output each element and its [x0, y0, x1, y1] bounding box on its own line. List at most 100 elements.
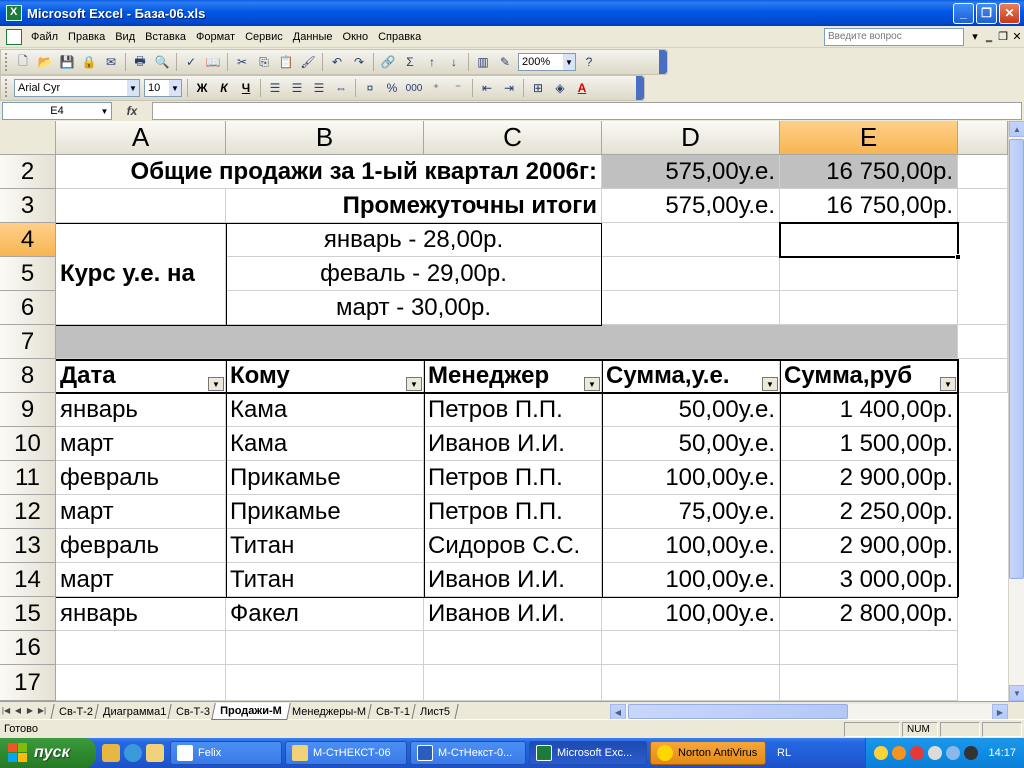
row-header[interactable]: 3: [0, 189, 56, 223]
cell[interactable]: [56, 631, 226, 665]
cell[interactable]: [780, 665, 958, 701]
minimize-button[interactable]: _: [953, 2, 974, 24]
subtotal-ue-cell[interactable]: 575,00у.е.: [602, 189, 780, 223]
redo-icon[interactable]: ↷: [349, 52, 369, 72]
merge-center-icon[interactable]: ⇔: [331, 78, 351, 98]
table-cell[interactable]: Факел: [226, 597, 424, 631]
quick-launch-icon[interactable]: [102, 744, 120, 762]
header-sum-ue[interactable]: Сумма,у.е.: [602, 359, 780, 393]
autosum-icon[interactable]: Σ: [400, 52, 420, 72]
cell[interactable]: [602, 631, 780, 665]
column-header-d[interactable]: D: [602, 121, 780, 155]
cut-icon[interactable]: ✂: [232, 52, 252, 72]
table-cell[interactable]: 1 400,00р.: [780, 393, 958, 427]
menu-window[interactable]: Окно: [338, 31, 374, 43]
cell[interactable]: [958, 325, 1008, 359]
internet-explorer-icon[interactable]: [124, 744, 142, 762]
row-header[interactable]: 4: [0, 223, 56, 257]
row-header[interactable]: 9: [0, 393, 56, 427]
cell[interactable]: [602, 291, 780, 325]
next-sheet-icon[interactable]: ▶: [24, 706, 36, 715]
column-header-f[interactable]: [958, 121, 1008, 155]
percent-button[interactable]: %: [382, 78, 402, 98]
cell[interactable]: [958, 189, 1008, 223]
table-cell[interactable]: 75,00у.е.: [602, 495, 780, 529]
help-icon[interactable]: ?: [579, 52, 599, 72]
table-cell[interactable]: 2 900,00р.: [780, 529, 958, 563]
scroll-right-icon[interactable]: ▶: [992, 704, 1008, 720]
cell[interactable]: [958, 359, 1008, 393]
sheet-tab[interactable]: Лист5: [411, 703, 459, 720]
table-cell[interactable]: 3 000,00р.: [780, 563, 958, 597]
menu-view[interactable]: Вид: [110, 31, 140, 43]
toolbar-options-icon[interactable]: [636, 76, 644, 100]
row-header[interactable]: 7: [0, 325, 56, 359]
scroll-down-icon[interactable]: ▼: [1009, 685, 1024, 701]
row-header[interactable]: 14: [0, 563, 56, 597]
horizontal-scrollbar[interactable]: ◀ ▶: [610, 704, 1008, 720]
table-cell[interactable]: 100,00у.е.: [602, 563, 780, 597]
fill-color-icon[interactable]: ◈: [550, 78, 570, 98]
total-ue-cell[interactable]: 575,00у.е.: [602, 155, 780, 189]
open-icon[interactable]: 📂: [35, 52, 55, 72]
cell[interactable]: [56, 189, 226, 223]
rate-feb-cell[interactable]: феваль - 29,00р.: [226, 257, 602, 291]
language-indicator[interactable]: RL: [777, 747, 791, 759]
first-sheet-icon[interactable]: |◀: [0, 706, 12, 715]
column-header-e[interactable]: E: [780, 121, 958, 155]
function-icon[interactable]: fx: [112, 104, 152, 118]
start-button[interactable]: пуск: [0, 738, 96, 768]
doc-restore-button[interactable]: ❐: [996, 30, 1010, 43]
undo-icon[interactable]: ↶: [327, 52, 347, 72]
drawing-icon[interactable]: ✎: [495, 52, 515, 72]
menu-data[interactable]: Данные: [288, 31, 338, 43]
last-sheet-icon[interactable]: ▶|: [36, 706, 48, 715]
new-icon[interactable]: 🗋: [13, 52, 33, 72]
chevron-down-icon[interactable]: ▾: [968, 30, 982, 43]
table-cell[interactable]: Петров П.П.: [424, 495, 602, 529]
select-all-corner[interactable]: [0, 121, 56, 155]
cell[interactable]: [602, 223, 780, 257]
menu-tools[interactable]: Сервис: [240, 31, 288, 43]
cell[interactable]: [424, 665, 602, 701]
filter-dropdown-icon[interactable]: ▼: [584, 377, 600, 391]
menu-insert[interactable]: Вставка: [140, 31, 191, 43]
doc-minimize-button[interactable]: ‗: [982, 31, 996, 43]
cell[interactable]: [424, 631, 602, 665]
font-select[interactable]: Arial Cyr ▼: [14, 79, 140, 97]
italic-button[interactable]: К: [214, 78, 234, 98]
tray-icon[interactable]: [928, 746, 943, 760]
toolbar-options-icon[interactable]: [659, 50, 667, 74]
table-cell[interactable]: Прикамье: [226, 461, 424, 495]
task-folder[interactable]: М-СтНЕКСТ-06: [285, 741, 407, 765]
rate-mar-cell[interactable]: март - 30,00р.: [226, 291, 602, 325]
table-cell[interactable]: январь: [56, 597, 226, 631]
filter-dropdown-icon[interactable]: ▼: [940, 377, 956, 391]
font-color-icon[interactable]: A: [572, 78, 592, 98]
horizontal-scroll-thumb[interactable]: [628, 704, 848, 719]
tray-icon[interactable]: [946, 746, 961, 760]
table-cell[interactable]: февраль: [56, 529, 226, 563]
table-cell[interactable]: 2 250,00р.: [780, 495, 958, 529]
name-box[interactable]: E4 ▼: [2, 102, 112, 120]
align-left-icon[interactable]: ☰: [265, 78, 285, 98]
header-date[interactable]: Дата: [56, 359, 226, 393]
filter-dropdown-icon[interactable]: ▼: [208, 377, 224, 391]
currency-icon[interactable]: ¤: [360, 78, 380, 98]
table-cell[interactable]: 100,00у.е.: [602, 461, 780, 495]
fill-handle[interactable]: [955, 254, 961, 260]
rate-jan-cell[interactable]: январь - 28,00р.: [226, 223, 602, 257]
copy-icon[interactable]: ⎘: [254, 52, 274, 72]
menu-edit[interactable]: Правка: [63, 31, 110, 43]
cell[interactable]: [56, 665, 226, 701]
table-cell[interactable]: 50,00у.е.: [602, 393, 780, 427]
print-icon[interactable]: 🖶: [130, 52, 150, 72]
row-header[interactable]: 16: [0, 631, 56, 665]
subtotal-label-cell[interactable]: Промежуточны итоги: [226, 189, 602, 223]
row-header[interactable]: 5: [0, 257, 56, 291]
borders-icon[interactable]: ⊞: [528, 78, 548, 98]
workbook-icon[interactable]: [6, 28, 22, 45]
sheet-tab[interactable]: Менеджеры-М: [283, 703, 375, 720]
row-header[interactable]: 10: [0, 427, 56, 461]
row-header[interactable]: 15: [0, 597, 56, 631]
